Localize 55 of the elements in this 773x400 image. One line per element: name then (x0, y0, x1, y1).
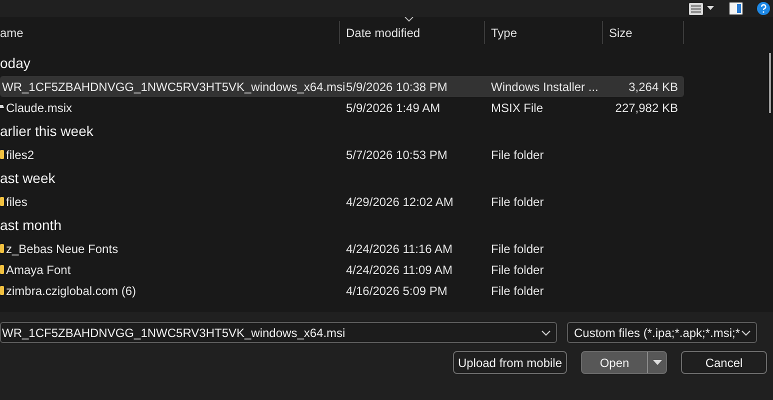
file-name: zimbra.cziglobal.com (6) (6, 284, 136, 298)
scrollbar-thumb[interactable] (769, 53, 771, 113)
date-modified: 5/9/2026 1:49 AM (345, 100, 442, 114)
file-icon (0, 104, 4, 108)
group-heading: ast month (0, 217, 62, 233)
file-type: File folder (490, 284, 545, 298)
chevron-down-icon (741, 330, 751, 336)
column-header[interactable]: Size (609, 26, 632, 40)
file-type-dropdown[interactable]: Custom files (*.ipa;*.apk;*.msi;* (567, 322, 757, 343)
file-type: Windows Installer ... (490, 80, 600, 94)
file-size: 3,264 KB (628, 80, 679, 94)
view-list-icon[interactable] (689, 2, 715, 14)
file-type: File folder (490, 194, 545, 208)
open-button[interactable]: Open (582, 352, 648, 373)
file-type: MSIX File (490, 100, 544, 114)
group-heading: oday (0, 55, 30, 71)
file-type: File folder (490, 148, 545, 162)
help-icon[interactable] (757, 2, 770, 15)
column-header[interactable]: Date modified (346, 26, 420, 40)
file-name: WR_1CF5ZBAHDNVGG_1NWC5RV3HT5VK_windows_x64.msi (2, 80, 346, 94)
cancel-button[interactable]: Cancel (681, 351, 767, 374)
column-header[interactable]: Type (491, 26, 518, 40)
file-name: Amaya Font (6, 262, 71, 276)
file-row[interactable]: Claude.msix 5/9/2026 1:49 AM MSIX File 227,982 KB (0, 97, 684, 118)
file-row[interactable]: files 4/29/2026 12:02 AM File folder (0, 191, 684, 212)
file-row[interactable]: zimbra.cziglobal.com (6) 4/16/2026 5:09 PM File folder (0, 280, 684, 301)
file-name-field[interactable]: WR_1CF5ZBAHDNVGG_1NWC5RV3HT5VK_windows_x64.msi (0, 322, 557, 343)
file-name: files (6, 194, 28, 208)
file-size: 227,982 KB (614, 100, 679, 114)
upload-button[interactable]: Upload from mobile (452, 351, 567, 374)
file-type: File folder (490, 242, 545, 256)
file-row[interactable]: files2 5/7/2026 10:53 PM File folder (0, 144, 684, 165)
date-modified: 4/24/2026 11:16 AM (345, 242, 454, 256)
date-modified: 4/16/2026 5:09 PM (345, 284, 448, 298)
group-heading: arlier this week (0, 123, 94, 139)
file-name: files2 (6, 148, 34, 162)
date-modified: 4/29/2026 12:02 AM (345, 194, 454, 208)
date-modified: 4/24/2026 11:09 AM (345, 262, 454, 276)
file-type: File folder (490, 262, 545, 276)
date-modified: 5/7/2026 10:53 PM (345, 148, 448, 162)
preview-pane-icon[interactable] (729, 2, 743, 15)
file-name: z_Bebas Neue Fonts (6, 242, 118, 256)
caret-icon (652, 360, 662, 365)
selected-file-row[interactable]: WR_1CF5ZBAHDNVGG_1NWC5RV3HT5VK_windows_x64.msi5/9/2026 10:38 PM Windows Installer ... 3,264 KB (0, 76, 684, 97)
column-header[interactable]: ame (0, 26, 24, 40)
file-row[interactable]: z_Bebas Neue Fonts 4/24/2026 11:16 AM File folder (0, 238, 684, 259)
group-heading: ast week (0, 170, 56, 186)
folder-icon (0, 243, 4, 254)
folder-icon (0, 264, 4, 275)
folder-icon (0, 196, 4, 207)
folder-icon (0, 285, 4, 296)
file-name: Claude.msix (6, 100, 72, 114)
chevron-down-icon (541, 330, 551, 336)
folder-icon (0, 149, 4, 160)
file-row[interactable]: Amaya Font 4/24/2026 11:09 AM File folder (0, 259, 684, 280)
